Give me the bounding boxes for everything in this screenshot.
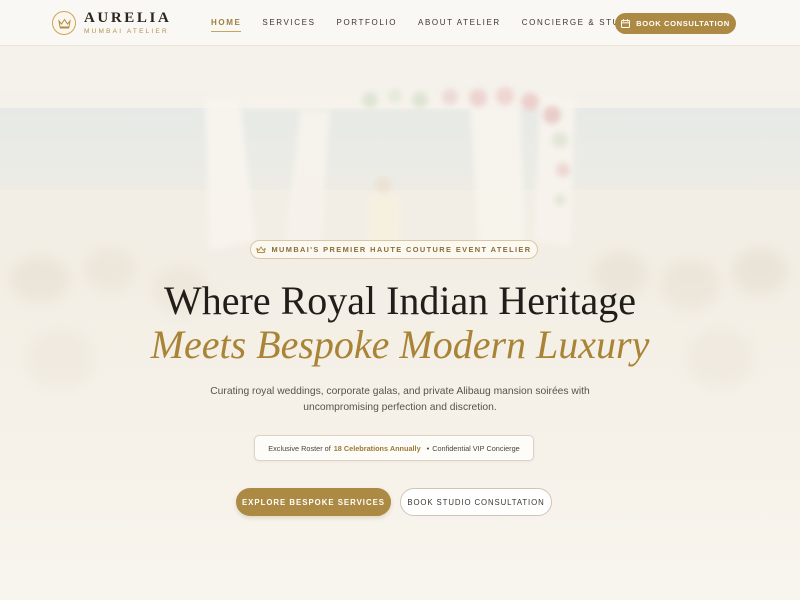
- roster-separator: •: [426, 443, 430, 453]
- nav-item-home[interactable]: HOME: [211, 18, 242, 32]
- site-header: AURELIA MUMBAI ATELIER HOME SERVICES POR…: [0, 0, 800, 46]
- roster-suffix: Confidential VIP Concierge: [432, 443, 520, 453]
- hero-description: Curating royal weddings, corporate galas…: [190, 384, 610, 416]
- hero-title-accent: Meets Bespoke Modern Luxury: [150, 322, 650, 367]
- hero-title: Where Royal Indian Heritage: [163, 278, 636, 323]
- roster-prefix: Exclusive Roster of: [268, 443, 331, 453]
- nav-item-about-atelier[interactable]: ABOUT ATELIER: [418, 18, 501, 32]
- hero-description-line: Curating royal weddings, corporate galas…: [210, 386, 590, 397]
- book-consultation-button[interactable]: BOOK CONSULTATION: [615, 13, 736, 34]
- brand-name: AURELIA: [84, 10, 172, 26]
- book-consultation-label: BOOK CONSULTATION: [636, 19, 730, 28]
- hero-badge: MUMBAI'S PREMIER HAUTE COUTURE EVENT ATE…: [250, 240, 538, 259]
- crown-icon: [256, 241, 267, 259]
- hero-badge-text: MUMBAI'S PREMIER HAUTE COUTURE EVENT ATE…: [271, 245, 532, 254]
- calendar-icon: [621, 19, 631, 28]
- main-nav: HOME SERVICES PORTFOLIO ABOUT ATELIER CO…: [211, 18, 660, 32]
- nav-item-portfolio[interactable]: PORTFOLIO: [337, 18, 397, 32]
- nav-item-services[interactable]: SERVICES: [262, 18, 315, 32]
- brand-subtitle: MUMBAI ATELIER: [84, 28, 169, 35]
- roster-info-pill: Exclusive Roster of 18 Celebrations Annu…: [254, 435, 534, 461]
- roster-highlight: 18 Celebrations Annually: [333, 443, 421, 453]
- book-studio-consultation-button[interactable]: BOOK STUDIO CONSULTATION: [400, 488, 552, 516]
- explore-services-button[interactable]: EXPLORE BESPOKE SERVICES: [236, 488, 391, 516]
- hero-description-line: uncompromising perfection and discretion…: [303, 402, 497, 413]
- hero-section: MUMBAI'S PREMIER HAUTE COUTURE EVENT ATE…: [0, 0, 800, 600]
- crown-icon: [52, 11, 76, 35]
- brand-logo[interactable]: AURELIA MUMBAI ATELIER: [52, 11, 171, 35]
